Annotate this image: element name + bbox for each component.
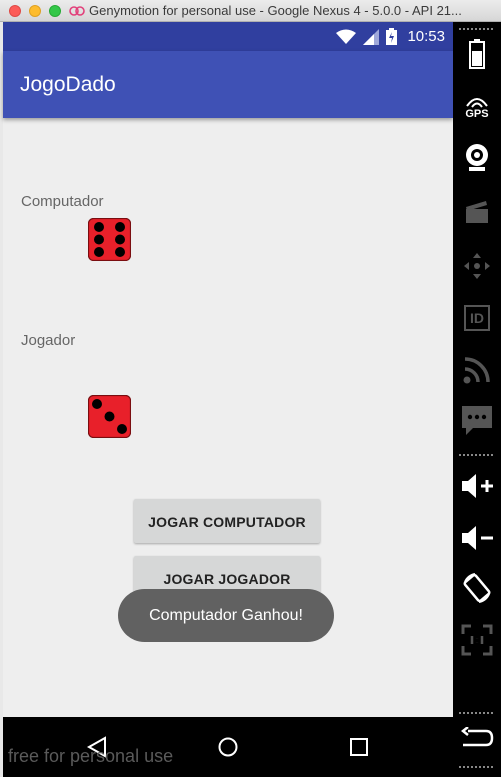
- window-title: Genymotion for personal use - Google Nex…: [89, 3, 462, 18]
- scale-one-to-one-icon: [461, 624, 493, 656]
- volume-up-icon: [462, 474, 493, 498]
- battery-icon: [469, 39, 485, 69]
- genymotion-sidebar: GPS ID: [453, 22, 501, 777]
- zoom-window-button[interactable]: [49, 5, 61, 17]
- back-arrow-icon: [460, 727, 494, 747]
- media-widget-button[interactable]: [453, 194, 501, 230]
- volume-down-icon: [462, 526, 493, 550]
- window-titlebar: Genymotion for personal use - Google Nex…: [0, 0, 501, 22]
- webcam-widget-button[interactable]: [453, 140, 501, 176]
- close-window-button[interactable]: [9, 5, 21, 17]
- id-icon: ID: [464, 305, 490, 331]
- rotate-button[interactable]: [453, 570, 501, 606]
- computer-label: Computador: [21, 193, 104, 210]
- message-bubble-icon: [462, 406, 492, 435]
- sidebar-back-button[interactable]: [453, 720, 501, 756]
- recents-square-icon: [350, 738, 368, 756]
- play-computer-button[interactable]: JOGAR COMPUTADOR: [134, 499, 320, 543]
- dpad-icon: [464, 253, 490, 279]
- computer-die-six-icon: [88, 218, 131, 261]
- pixel-perfect-button[interactable]: [453, 622, 501, 658]
- personal-use-watermark: free for personal use: [8, 746, 174, 766]
- battery-widget-button[interactable]: [453, 36, 501, 72]
- home-circle-icon: [218, 737, 238, 757]
- recents-button[interactable]: [341, 729, 377, 765]
- gps-signal-icon: [466, 98, 488, 108]
- app-title: JogoDado: [20, 73, 116, 96]
- rss-network-icon: [463, 357, 490, 384]
- dpad-widget-button[interactable]: [453, 248, 501, 284]
- volume-up-button[interactable]: [453, 468, 501, 504]
- device-id-widget-button[interactable]: ID: [453, 300, 501, 336]
- genymotion-logo-icon: [69, 6, 85, 16]
- webcam-icon: [466, 144, 488, 171]
- status-bar: 10:53: [3, 22, 453, 51]
- battery-icon: [386, 28, 398, 45]
- home-button[interactable]: [210, 729, 246, 765]
- cellular-signal-icon: [363, 28, 380, 45]
- toast-message: Computador Ganhou!: [118, 589, 334, 642]
- player-die-three-icon: [88, 395, 131, 438]
- network-widget-button[interactable]: [453, 352, 501, 388]
- minimize-window-button[interactable]: [29, 5, 41, 17]
- volume-down-button[interactable]: [453, 520, 501, 556]
- rotate-screen-icon: [463, 573, 491, 603]
- status-time: 10:53: [407, 28, 445, 45]
- gps-widget-button[interactable]: GPS: [453, 90, 501, 126]
- app-bar: JogoDado: [3, 51, 453, 118]
- clapperboard-icon: [466, 201, 488, 223]
- player-label: Jogador: [21, 332, 76, 349]
- android-screen: 10:53 JogoDado Computador Jogador JOGAR …: [3, 22, 453, 777]
- wifi-icon: [336, 29, 357, 44]
- gps-label: GPS: [465, 108, 489, 120]
- sms-widget-button[interactable]: [453, 402, 501, 438]
